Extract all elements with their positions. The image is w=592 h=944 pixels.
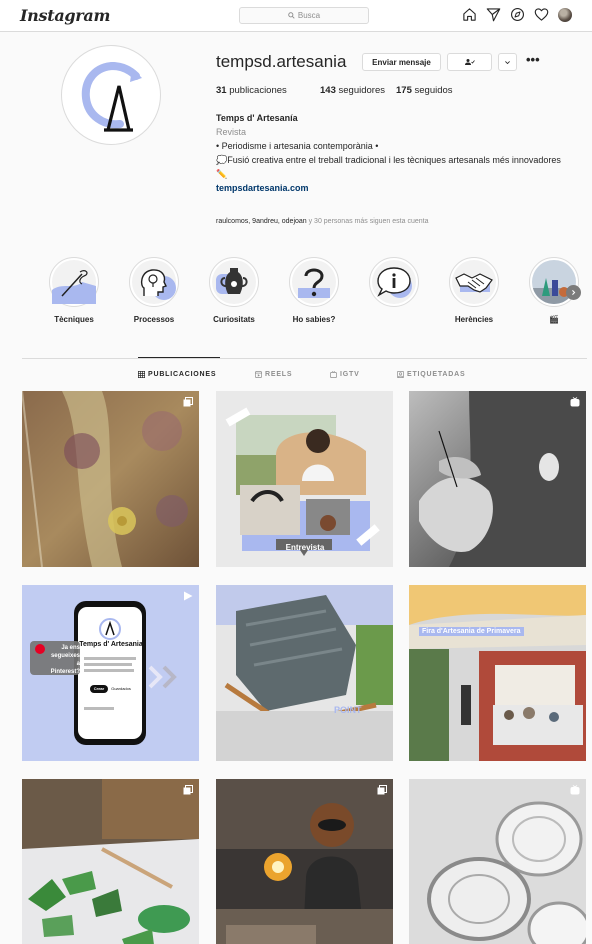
- reels-icon: [255, 371, 262, 378]
- profile-avatar-nav[interactable]: [558, 7, 572, 22]
- profile-stats: 31 publicaciones 143 seguidores 175 segu…: [216, 85, 453, 96]
- post-caption-point: POINT: [334, 705, 362, 715]
- phone-create-button: Crear: [93, 686, 105, 691]
- profile-category: Revista: [216, 127, 247, 137]
- post-thumbnail-fira-artesania[interactable]: Fira d'Artesania de Primavera: [409, 585, 586, 761]
- post-thumbnail-pinterest[interactable]: Ja ens segueixes a Pinterest? Temps d' A…: [22, 585, 199, 761]
- profile-username: tempsd.artesania: [216, 52, 347, 71]
- tab-reels[interactable]: REELS: [255, 371, 292, 378]
- highlight-ho-sabies[interactable]: Ho sabies?: [289, 257, 339, 324]
- explore-compass-icon[interactable]: [510, 7, 525, 22]
- tabs-divider: [22, 358, 587, 359]
- options-more-icon[interactable]: •••: [526, 53, 540, 66]
- highlights-next-button[interactable]: [566, 285, 581, 300]
- post-image: [22, 779, 199, 944]
- carousel-icon: [183, 397, 193, 407]
- post-thumbnail-embroidered-fabric[interactable]: [22, 391, 199, 567]
- tab-etiquetadas[interactable]: ETIQUETADAS: [397, 371, 465, 378]
- chevron-right-icon: [572, 290, 576, 295]
- post-thumbnail-entrevista[interactable]: Entrevista: [216, 391, 393, 567]
- post-image: [409, 585, 586, 761]
- igtv-icon: [330, 371, 337, 378]
- tab-igtv[interactable]: IGTV: [330, 371, 360, 378]
- profile-website-link[interactable]: tempsdartesania.com: [216, 181, 576, 195]
- instagram-logo[interactable]: Instagram: [20, 6, 110, 25]
- search-placeholder: Busca: [297, 11, 321, 20]
- info-bubble-icon: [372, 260, 416, 304]
- post-thumbnail-hands-needle[interactable]: [409, 391, 586, 567]
- tab-publicaciones[interactable]: PUBLICACIONES: [138, 371, 216, 378]
- top-navigation-bar: Instagram Busca: [0, 0, 592, 32]
- post-image: [409, 391, 586, 567]
- question-icon: [292, 260, 336, 304]
- post-thumbnail-glass-tubes[interactable]: [409, 779, 586, 944]
- head-bulb-icon: [132, 260, 176, 304]
- vase-icon: [212, 260, 256, 304]
- post-thumbnail-glassblowing[interactable]: [216, 779, 393, 944]
- highlight-info[interactable]: [369, 257, 419, 315]
- chevron-down-icon: [505, 60, 510, 64]
- highlight-processos[interactable]: Processos: [129, 257, 179, 324]
- post-image: [216, 585, 393, 761]
- posts-stat[interactable]: 31 publicaciones: [216, 85, 320, 96]
- phone-saved-button: Guardados: [111, 686, 131, 691]
- post-thumbnail-green-glass[interactable]: [22, 779, 199, 944]
- bio-line: 💭Fusió creativa entre el treball tradici…: [216, 155, 561, 165]
- highlight-tecniques[interactable]: Tècniques: [49, 257, 99, 324]
- active-tab-indicator: [138, 357, 220, 358]
- post-caption-fira: Fira d'Artesania de Primavera: [419, 627, 524, 636]
- pinterest-prompt-text: Ja ens segueixes a Pinterest?: [50, 645, 80, 675]
- following-button[interactable]: [447, 53, 492, 71]
- post-image: [216, 779, 393, 944]
- highlight-curiositats[interactable]: Curiositats: [209, 257, 259, 324]
- post-image: [409, 779, 586, 944]
- bio-line: ✏️: [216, 169, 228, 179]
- profile-bio: Temps d' Artesanía Revista • Periodisme …: [216, 111, 576, 195]
- suggested-accounts-toggle[interactable]: [498, 53, 517, 71]
- profile-picture[interactable]: [61, 45, 161, 145]
- carousel-icon: [377, 785, 387, 795]
- carousel-icon: [183, 785, 193, 795]
- grid-icon: [138, 371, 145, 378]
- handshake-icon: [452, 260, 496, 304]
- activity-heart-icon[interactable]: [534, 7, 549, 22]
- person-check-icon: [464, 59, 475, 65]
- direct-messages-icon[interactable]: [486, 7, 501, 22]
- bio-line: • Periodisme i artesania contemporània •: [216, 141, 379, 151]
- tagged-icon: [397, 371, 404, 378]
- post-caption-entrevista: Entrevista: [285, 543, 325, 552]
- highlight-herencies[interactable]: Herències: [449, 257, 499, 324]
- post-image: [216, 391, 393, 567]
- search-icon: [288, 12, 295, 19]
- followed-by-text[interactable]: raulcomos, 9andreu, odejoan y 30 persona…: [216, 218, 428, 225]
- followers-stat[interactable]: 143 seguidores: [320, 85, 396, 96]
- following-stat[interactable]: 175 seguidos: [396, 85, 453, 96]
- send-message-button[interactable]: Enviar mensaje: [362, 53, 441, 71]
- phone-screen-title: Temps d' Artesania: [79, 641, 143, 648]
- brand-logo-icon: [81, 62, 142, 132]
- needle-icon: [52, 260, 96, 304]
- search-input[interactable]: Busca: [239, 7, 369, 24]
- video-play-icon: [184, 591, 193, 601]
- profile-full-name: Temps d' Artesanía: [216, 113, 298, 123]
- post-thumbnail-chair[interactable]: POINT: [216, 585, 393, 761]
- post-image: [22, 391, 199, 567]
- home-icon[interactable]: [462, 7, 477, 22]
- igtv-badge-icon: [570, 397, 580, 407]
- igtv-badge-icon: [570, 785, 580, 795]
